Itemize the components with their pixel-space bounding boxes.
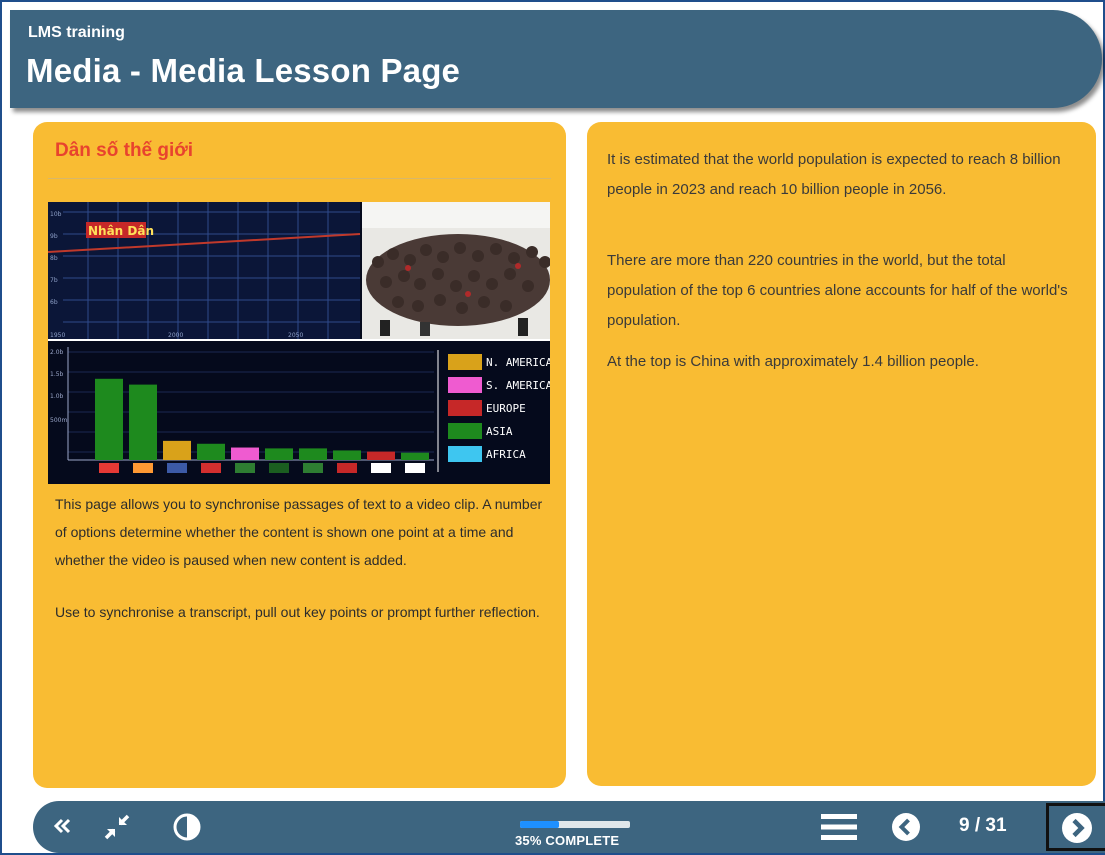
video-flag [99,463,119,473]
previous-icon[interactable] [891,812,921,842]
media-panel: Dân số thế giới Nhân Dân 10b 9b 8b 7b 6b… [33,122,566,788]
video-bar [197,443,225,460]
progress-bar-fill [520,821,559,828]
video-overlay-logo: Nhân Dân [88,224,154,238]
video-bar [299,448,327,460]
svg-text:7b: 7b [50,277,58,284]
collapse-arrows-icon[interactable] [101,811,133,843]
next-icon[interactable] [1061,812,1093,844]
progress-bar [520,821,630,828]
legend-swatch [448,423,482,439]
contrast-icon[interactable] [172,812,202,842]
navigation-footer: 35% COMPLETE 9 / 31 [33,801,1105,853]
page-counter: 9 / 31 [959,815,1007,836]
video-bar [367,451,395,460]
video-bar [163,440,191,460]
description-paragraph-1: This page allows you to synchronise pass… [55,496,543,568]
video-flag [405,463,425,473]
legend-swatch [448,400,482,416]
svg-text:9b: 9b [50,233,58,240]
video-bar [265,448,293,460]
legend-swatch [448,446,482,462]
transcript-paragraph-2: There are more than 220 countries in the… [607,252,1068,329]
video-bar [95,378,123,460]
legend-label: EUROPE [486,402,526,415]
svg-text:2050: 2050 [288,332,303,339]
legend-label: ASIA [486,425,513,438]
legend-swatch [448,377,482,393]
menu-icon[interactable] [821,813,857,841]
video-player[interactable]: Nhân Dân 10b 9b 8b 7b 6b 1950 2000 2050 [48,202,550,484]
legend-label: N. AMERICA [486,356,550,369]
svg-text:1.5b: 1.5b [50,371,64,378]
video-bar [129,384,157,460]
transcript-paragraph-3: At the top is China with approximately 1… [607,353,979,370]
video-flag [201,463,221,473]
heading-divider [48,178,551,179]
transcript-paragraph-1: It is estimated that the world populatio… [607,151,1061,198]
video-flag [235,463,255,473]
svg-text:2000: 2000 [168,332,183,339]
header-bar: LMS training Media - Media Lesson Page [10,10,1102,108]
svg-text:2.0b: 2.0b [50,349,64,356]
svg-text:1950: 1950 [50,332,65,339]
video-flag [269,463,289,473]
page-title: Media - Media Lesson Page [26,52,461,89]
video-frame-image: Nhân Dân 10b 9b 8b 7b 6b 1950 2000 2050 2.0b… [48,202,550,484]
app-frame: LMS training Media - Media Lesson Page D… [0,0,1105,855]
video-flag [167,463,187,473]
video-flag [303,463,323,473]
description-paragraph-2: Use to synchronise a transcript, pull ou… [55,604,540,620]
legend-swatch [448,354,482,370]
double-chevron-left-icon[interactable] [51,813,75,839]
media-heading: Dân số thế giới [55,140,194,161]
legend-label: AFRICA [486,448,526,461]
svg-text:1.0b: 1.0b [50,393,64,400]
video-bar [333,450,361,460]
progress-label: 35% COMPLETE [515,833,620,848]
video-flag [337,463,357,473]
legend-label: S. AMERICA [486,379,550,392]
svg-text:10b: 10b [50,211,62,218]
video-bar [231,447,259,460]
next-button[interactable] [1046,803,1105,851]
video-flag [371,463,391,473]
svg-text:6b: 6b [50,299,58,306]
svg-text:8b: 8b [50,255,58,262]
video-flag [133,463,153,473]
transcript-panel: It is estimated that the world populatio… [587,122,1096,786]
video-bar [401,452,429,460]
svg-text:500m: 500m [50,417,67,424]
course-title: LMS training [28,24,125,41]
